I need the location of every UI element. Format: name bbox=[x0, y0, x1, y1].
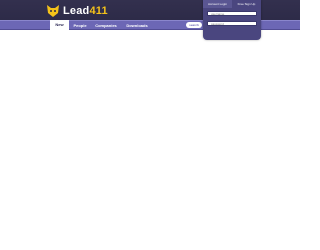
login-panel: Account Login Free Sign Up bbox=[203, 0, 261, 40]
search-button[interactable]: search bbox=[186, 22, 202, 28]
tab-free-sign-up[interactable]: Free Sign Up bbox=[232, 0, 261, 8]
nav-item-companies[interactable]: Companies bbox=[92, 21, 120, 30]
password-field[interactable] bbox=[207, 21, 257, 26]
cat-logo-icon bbox=[47, 5, 59, 17]
nav-item-people[interactable]: People bbox=[70, 21, 90, 30]
site-header: Lead411 New People Companies Downloads s… bbox=[0, 0, 300, 40]
logo[interactable]: Lead411 bbox=[46, 4, 108, 18]
nav-item-new[interactable]: New bbox=[50, 20, 69, 30]
username-field[interactable] bbox=[207, 11, 257, 16]
tab-account-login[interactable]: Account Login bbox=[203, 0, 232, 8]
nav-item-downloads[interactable]: Downloads bbox=[122, 21, 152, 30]
logo-text: Lead411 bbox=[63, 5, 108, 17]
login-tabs: Account Login Free Sign Up bbox=[203, 0, 261, 8]
